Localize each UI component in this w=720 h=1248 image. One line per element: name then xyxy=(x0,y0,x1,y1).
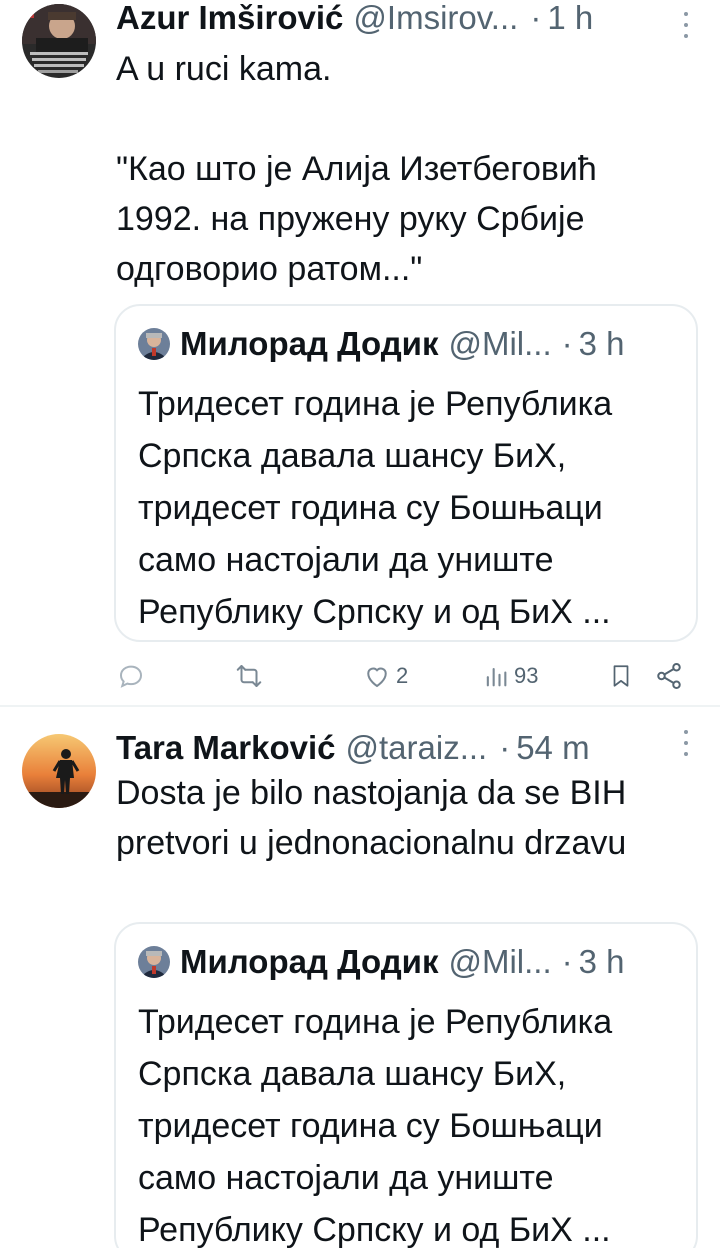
tweet-text: A u ruci kama. "Као што је Алија Изетбег… xyxy=(116,50,597,288)
tweet-text: Dosta je bilo nastojanja da se BIH pretv… xyxy=(116,774,627,862)
quoted-timestamp[interactable]: 3 h xyxy=(579,942,625,982)
quoted-tweet-text: Тридесет година је Република Српска дава… xyxy=(138,385,613,631)
views-button[interactable]: 93 xyxy=(482,654,538,698)
quoted-tweet-text: Тридесет година је Република Српска дава… xyxy=(138,1003,613,1248)
heart-icon xyxy=(367,667,387,688)
separator: · xyxy=(530,0,542,36)
author-handle[interactable]: @Imsirov... xyxy=(353,0,518,38)
quoted-tweet-header: Милорад Додик @Mil... · 3 h xyxy=(138,324,678,364)
retweet-icon xyxy=(236,665,262,687)
tweet-divider xyxy=(0,705,720,707)
retweet-button[interactable] xyxy=(232,654,266,698)
bookmark-button[interactable] xyxy=(608,654,634,698)
quoted-author-name[interactable]: Милорад Додик xyxy=(180,942,438,982)
author-name[interactable]: Azur Imširović xyxy=(116,0,343,38)
views-icon xyxy=(486,667,507,687)
quoted-author-handle[interactable]: @Mil... xyxy=(448,942,551,982)
quoted-author-name[interactable]: Милорад Додик xyxy=(180,324,438,364)
share-button[interactable] xyxy=(654,654,684,698)
quoted-tweet-header: Милорад Додик @Mil... · 3 h xyxy=(138,942,678,982)
separator: · xyxy=(499,729,511,766)
like-count: 2 xyxy=(396,663,409,688)
timestamp[interactable]: 54 m xyxy=(516,728,589,768)
author-name[interactable]: Tara Marković xyxy=(116,728,336,768)
reply-button[interactable] xyxy=(116,654,146,698)
more-options-icon[interactable] xyxy=(682,12,690,38)
author-handle[interactable]: @taraiz... xyxy=(346,728,488,768)
share-icon xyxy=(657,663,681,689)
quoted-avatar xyxy=(138,328,170,360)
views-count: 93 xyxy=(514,663,539,688)
avatar[interactable] xyxy=(22,4,96,78)
separator: · xyxy=(561,325,573,362)
tweet[interactable]: Tara Marković @taraiz... · 54 m Dosta je… xyxy=(0,708,720,1248)
tweet-actions: 2 93 xyxy=(112,654,690,698)
more-options-icon[interactable] xyxy=(682,730,690,756)
reply-icon xyxy=(119,665,143,688)
quoted-author-handle[interactable]: @Mil... xyxy=(448,324,551,364)
quoted-tweet[interactable]: Милорад Додик @Mil... · 3 h Тридесет год… xyxy=(114,922,698,1248)
like-button[interactable]: 2 xyxy=(362,654,408,698)
bookmark-icon xyxy=(613,665,629,687)
avatar[interactable] xyxy=(22,734,96,808)
timestamp[interactable]: 1 h xyxy=(547,0,593,38)
tweet-header: Azur Imširović @Imsirov... · 1 h xyxy=(116,0,682,38)
quoted-timestamp[interactable]: 3 h xyxy=(579,324,625,364)
quoted-avatar xyxy=(138,946,170,978)
tweet-header: Tara Marković @taraiz... · 54 m xyxy=(116,728,682,768)
separator: · xyxy=(561,943,573,980)
tweet[interactable]: Azur Imširović @Imsirov... · 1 h A u ruc… xyxy=(0,0,720,706)
quoted-tweet[interactable]: Милорад Додик @Mil... · 3 h Тридесет год… xyxy=(114,304,698,642)
timeline-feed: Azur Imširović @Imsirov... · 1 h A u ruc… xyxy=(0,0,720,1248)
